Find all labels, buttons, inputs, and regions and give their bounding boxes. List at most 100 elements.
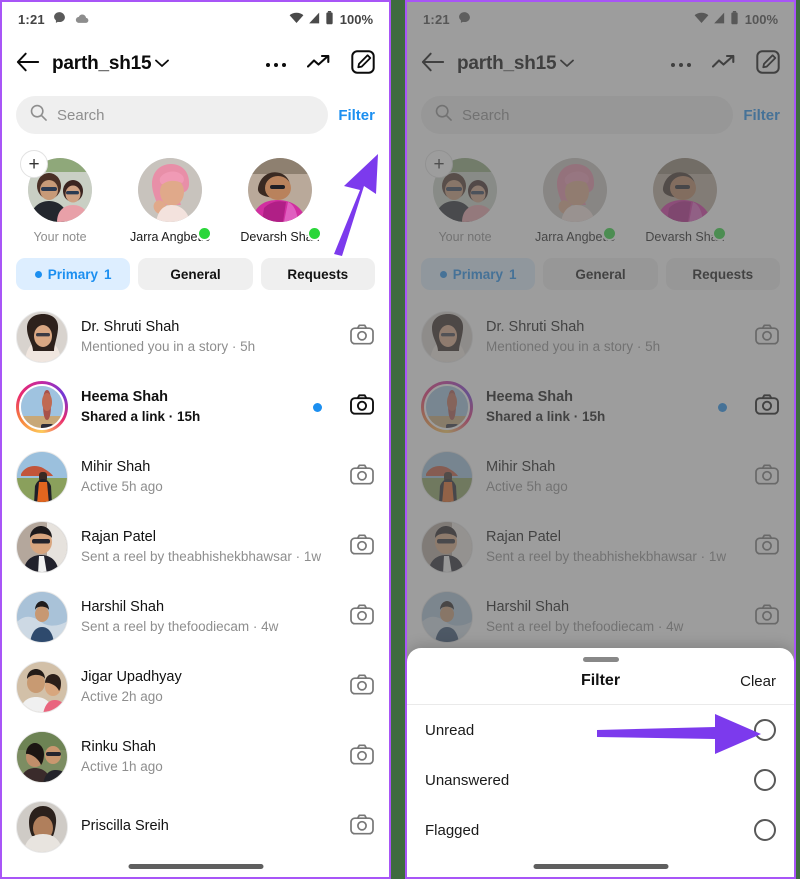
table-row[interactable]: Rinku Shah Active 1h ago bbox=[2, 722, 389, 792]
unread-dot-icon bbox=[34, 270, 42, 278]
search-input[interactable]: Search bbox=[16, 96, 329, 134]
note-item-devarsh-shah[interactable]: Devarsh Shah bbox=[236, 158, 324, 244]
chat-preview: Sent a reel by thefoodiecam · 4w bbox=[81, 618, 279, 634]
table-row[interactable]: Harshil Shah Sent a reel by thefoodiecam… bbox=[407, 582, 794, 652]
chat-name: Mihir Shah bbox=[81, 459, 151, 476]
compose-icon[interactable] bbox=[756, 49, 780, 79]
back-button[interactable] bbox=[16, 52, 40, 77]
note-item-jarra-angbetic[interactable]: Jarra Angbetic bbox=[531, 158, 619, 244]
tab-requests[interactable]: Requests bbox=[260, 258, 375, 290]
panel-divider bbox=[391, 0, 405, 879]
camera-icon[interactable] bbox=[350, 464, 374, 490]
filter-option-unanswered[interactable]: Unanswered bbox=[407, 755, 794, 805]
camera-icon[interactable] bbox=[350, 814, 374, 840]
camera-icon[interactable] bbox=[350, 604, 374, 630]
camera-icon[interactable] bbox=[755, 604, 779, 630]
wifi-icon bbox=[694, 12, 709, 27]
table-row[interactable]: Harshil Shah Sent a reel by thefoodiecam… bbox=[2, 582, 389, 652]
camera-icon[interactable] bbox=[350, 674, 374, 700]
back-button[interactable] bbox=[421, 52, 445, 77]
more-horizontal-icon[interactable] bbox=[265, 55, 287, 73]
tab-general[interactable]: General bbox=[138, 258, 253, 290]
avatar bbox=[138, 158, 202, 222]
note-item-jarra-angbetic[interactable]: Jarra Angbetic bbox=[126, 158, 214, 244]
filter-bottom-sheet: Filter Clear Unread Unanswered Flagged bbox=[407, 648, 794, 877]
radio-unread[interactable] bbox=[754, 719, 776, 741]
table-row[interactable]: Heema Shah Shared a link · 15h bbox=[407, 372, 794, 442]
chevron-down-icon bbox=[155, 55, 170, 73]
table-row[interactable]: Rajan Patel Sent a reel by theabhishekbh… bbox=[2, 512, 389, 582]
account-switcher[interactable]: parth_sh15 bbox=[457, 53, 575, 75]
avatar bbox=[16, 521, 68, 573]
battery-percent: 100% bbox=[339, 11, 373, 27]
page-title: parth_sh15 bbox=[457, 53, 557, 74]
camera-icon[interactable] bbox=[350, 744, 374, 770]
tab-primary[interactable]: Primary 1 bbox=[16, 258, 131, 290]
chat-preview: Sent a reel by theabhishekbhawsar · 1w bbox=[486, 548, 727, 564]
tab-primary[interactable]: Primary 1 bbox=[421, 258, 536, 290]
table-row[interactable]: Rajan Patel Sent a reel by theabhishekbh… bbox=[407, 512, 794, 582]
table-row[interactable]: Priscilla Sreih bbox=[2, 792, 389, 853]
tab-requests[interactable]: Requests bbox=[665, 258, 780, 290]
online-status-dot bbox=[197, 226, 212, 241]
radio-unanswered[interactable] bbox=[754, 769, 776, 791]
table-row[interactable]: Dr. Shruti Shah Mentioned you in a story… bbox=[407, 302, 794, 372]
avatar bbox=[16, 591, 68, 643]
table-row[interactable]: Jigar Upadhyay Active 2h ago bbox=[2, 652, 389, 722]
table-row[interactable]: Mihir Shah Active 5h ago bbox=[407, 442, 794, 512]
app-header: parth_sh15 bbox=[407, 36, 794, 92]
avatar bbox=[543, 158, 607, 222]
chat-preview: Sent a reel by theabhishekbhawsar · 1w bbox=[81, 548, 322, 564]
note-item-your-note[interactable]: + Your note bbox=[421, 150, 509, 244]
chat-name: Jigar Upadhyay bbox=[81, 669, 182, 686]
home-indicator bbox=[128, 864, 263, 869]
camera-icon[interactable] bbox=[350, 534, 374, 560]
table-row[interactable]: Dr. Shruti Shah Mentioned you in a story… bbox=[2, 302, 389, 372]
status-time: 1:21 bbox=[18, 11, 45, 27]
tab-general[interactable]: General bbox=[543, 258, 658, 290]
chat-preview: Active 5h ago bbox=[486, 478, 568, 494]
filter-option-label: Unread bbox=[425, 721, 475, 739]
filter-button[interactable]: Filter bbox=[743, 107, 780, 124]
note-item-devarsh-shah[interactable]: Devarsh Shah bbox=[641, 158, 729, 244]
chat-name: Priscilla Sreih bbox=[81, 818, 169, 835]
search-input[interactable]: Search bbox=[421, 96, 734, 134]
chat-preview: Shared a link · 15h bbox=[81, 408, 201, 424]
trending-up-icon[interactable] bbox=[711, 54, 736, 75]
filter-button[interactable]: Filter bbox=[338, 107, 375, 124]
sheet-title: Filter bbox=[580, 672, 621, 689]
chat-list: Dr. Shruti Shah Mentioned you in a story… bbox=[407, 298, 794, 652]
cellular-signal-icon bbox=[308, 12, 321, 27]
plus-icon[interactable]: + bbox=[425, 150, 453, 178]
trending-up-icon[interactable] bbox=[306, 54, 331, 75]
note-item-your-note[interactable]: + Your note bbox=[16, 150, 104, 244]
more-horizontal-icon[interactable] bbox=[670, 55, 692, 73]
avatar[interactable] bbox=[16, 381, 68, 433]
online-status-dot bbox=[307, 226, 322, 241]
table-row[interactable]: Heema Shah Shared a link · 15h bbox=[2, 372, 389, 442]
camera-icon[interactable] bbox=[350, 394, 374, 420]
compose-icon[interactable] bbox=[351, 49, 375, 79]
avatar[interactable] bbox=[421, 381, 473, 433]
table-row[interactable]: Mihir Shah Active 5h ago bbox=[2, 442, 389, 512]
chat-name: Harshil Shah bbox=[486, 599, 570, 616]
clear-button[interactable]: Clear bbox=[740, 673, 776, 690]
chat-preview: Shared a link · 15h bbox=[486, 408, 606, 424]
phone-screen-right: 1:21 100% parth_sh15 Search Filter + You… bbox=[405, 0, 796, 879]
chat-name: Rajan Patel bbox=[486, 529, 561, 546]
camera-icon[interactable] bbox=[755, 324, 779, 350]
camera-icon[interactable] bbox=[755, 394, 779, 420]
camera-icon[interactable] bbox=[350, 324, 374, 350]
chat-preview: Sent a reel by thefoodiecam · 4w bbox=[486, 618, 684, 634]
filter-option-unread[interactable]: Unread bbox=[407, 705, 794, 755]
messenger-bubble-icon bbox=[53, 11, 66, 27]
search-icon bbox=[435, 104, 452, 126]
camera-icon[interactable] bbox=[755, 534, 779, 560]
account-switcher[interactable]: parth_sh15 bbox=[52, 53, 170, 75]
radio-flagged[interactable] bbox=[754, 819, 776, 841]
chat-name: Heema Shah bbox=[486, 389, 574, 406]
camera-icon[interactable] bbox=[755, 464, 779, 490]
notes-row: + Your note Jarra Angbetic Devarsh Shah bbox=[2, 144, 389, 248]
plus-icon[interactable]: + bbox=[20, 150, 48, 178]
filter-option-flagged[interactable]: Flagged bbox=[407, 805, 794, 855]
